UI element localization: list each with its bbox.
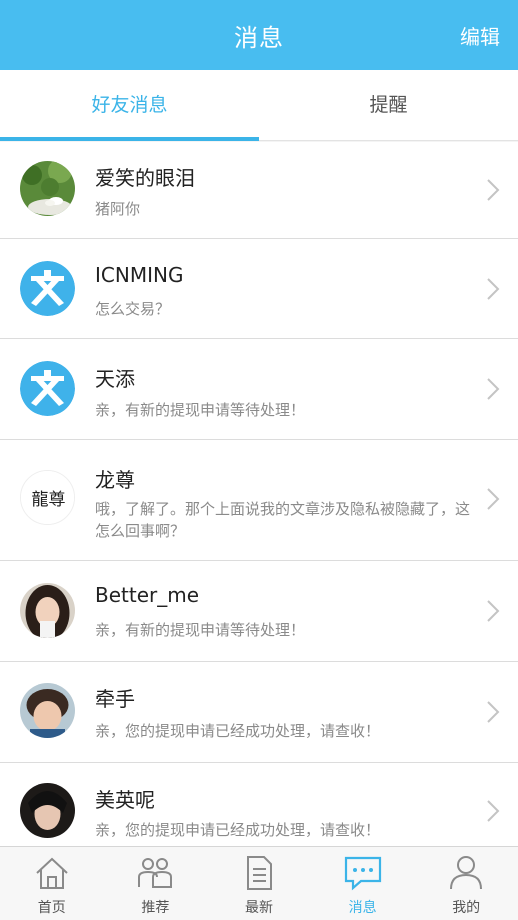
conversation-row[interactable]: 美英呢 亲，您的提现申请已经成功处理，请查收！ bbox=[0, 763, 518, 846]
wen-logo-avatar bbox=[20, 361, 75, 416]
user-icon bbox=[446, 853, 486, 893]
page-title: 消息 bbox=[234, 24, 284, 52]
avatar bbox=[20, 261, 75, 316]
avatar bbox=[20, 361, 75, 416]
chevron-right-icon bbox=[486, 799, 500, 823]
contact-name: 天添 bbox=[95, 367, 135, 391]
tabbar-home[interactable]: 首页 bbox=[0, 847, 104, 920]
conversation-row[interactable]: Better_me 亲，有新的提现申请等待处理！ bbox=[0, 561, 518, 662]
tab-reminders[interactable]: 提醒 bbox=[259, 70, 518, 141]
chat-icon bbox=[343, 853, 383, 893]
bottom-tab-bar: 首页 推荐 最新 消息 我的 bbox=[0, 846, 518, 920]
contact-name: Better_me bbox=[95, 583, 200, 607]
tab-friend-messages[interactable]: 好友消息 bbox=[0, 70, 259, 141]
message-preview: 亲，有新的提现申请等待处理！ bbox=[95, 621, 306, 639]
contact-name: ICNMING bbox=[95, 263, 184, 287]
contact-name: 美英呢 bbox=[95, 788, 155, 812]
conversation-row[interactable]: ICNMING 怎么交易？ bbox=[0, 239, 518, 339]
tabbar-label: 推荐 bbox=[141, 900, 170, 916]
chevron-right-icon bbox=[486, 700, 500, 724]
message-preview: 怎么交易？ bbox=[95, 300, 171, 318]
tabbar-label: 消息 bbox=[348, 900, 377, 916]
tabbar-profile[interactable]: 我的 bbox=[414, 847, 518, 920]
tabbar-label: 我的 bbox=[452, 900, 481, 916]
message-preview: 亲，您的提现申请已经成功处理，请查收！ bbox=[95, 722, 381, 740]
chevron-right-icon bbox=[486, 178, 500, 202]
conversation-row[interactable]: 天添 亲，有新的提现申请等待处理！ bbox=[0, 339, 518, 440]
wen-logo-avatar bbox=[20, 261, 75, 316]
conversation-list: 爱笑的眼泪 猪阿你 ICNMING 怎么交易？ 天添 亲，有新的提现申请等待处理… bbox=[0, 142, 518, 846]
avatar bbox=[20, 783, 75, 838]
flower-photo-avatar bbox=[20, 161, 75, 216]
home-icon bbox=[32, 853, 72, 893]
message-preview: 亲，有新的提现申请等待处理！ bbox=[95, 401, 306, 419]
svg-text:龍尊: 龍尊 bbox=[32, 490, 66, 510]
contact-name: 牵手 bbox=[95, 687, 135, 711]
top-bar: 消息 编辑 bbox=[0, 0, 518, 70]
tabbar-label: 最新 bbox=[244, 900, 273, 916]
tabbar-recommend[interactable]: 推荐 bbox=[104, 847, 208, 920]
message-preview: 亲，您的提现申请已经成功处理，请查收！ bbox=[95, 821, 381, 839]
conversation-row[interactable]: 龍尊 龙尊 哦，了解了。那个上面说我的文章涉及隐私被隐藏了，这怎么回事啊？ bbox=[0, 440, 518, 561]
message-preview: 猪阿你 bbox=[95, 200, 141, 218]
avatar bbox=[20, 683, 75, 738]
edit-button[interactable]: 编辑 bbox=[460, 21, 500, 50]
people-icon bbox=[135, 853, 175, 893]
chevron-right-icon bbox=[486, 599, 500, 623]
girl-photo-avatar bbox=[20, 583, 75, 638]
calligraphy-avatar: 龍尊 bbox=[21, 471, 74, 524]
tabbar-label: 首页 bbox=[37, 900, 66, 916]
conversation-row[interactable]: 爱笑的眼泪 猪阿你 bbox=[0, 142, 518, 239]
document-icon bbox=[239, 853, 279, 893]
boy-photo-avatar bbox=[20, 683, 75, 738]
contact-name: 龙尊 bbox=[95, 468, 135, 492]
active-tab-indicator bbox=[0, 137, 259, 141]
message-preview: 哦，了解了。那个上面说我的文章涉及隐私被隐藏了，这怎么回事啊？ bbox=[95, 500, 471, 540]
avatar bbox=[20, 161, 75, 216]
avatar: 龍尊 bbox=[20, 470, 75, 525]
girl-photo-2-avatar bbox=[20, 783, 75, 838]
avatar bbox=[20, 583, 75, 638]
chevron-right-icon bbox=[486, 277, 500, 301]
tabbar-latest[interactable]: 最新 bbox=[207, 847, 311, 920]
conversation-row[interactable]: 牵手 亲，您的提现申请已经成功处理，请查收！ bbox=[0, 662, 518, 763]
chevron-right-icon bbox=[486, 377, 500, 401]
message-tabs: 好友消息 提醒 bbox=[0, 70, 518, 141]
tabbar-messages[interactable]: 消息 bbox=[311, 847, 415, 920]
contact-name: 爱笑的眼泪 bbox=[95, 166, 195, 190]
chevron-right-icon bbox=[486, 487, 500, 511]
